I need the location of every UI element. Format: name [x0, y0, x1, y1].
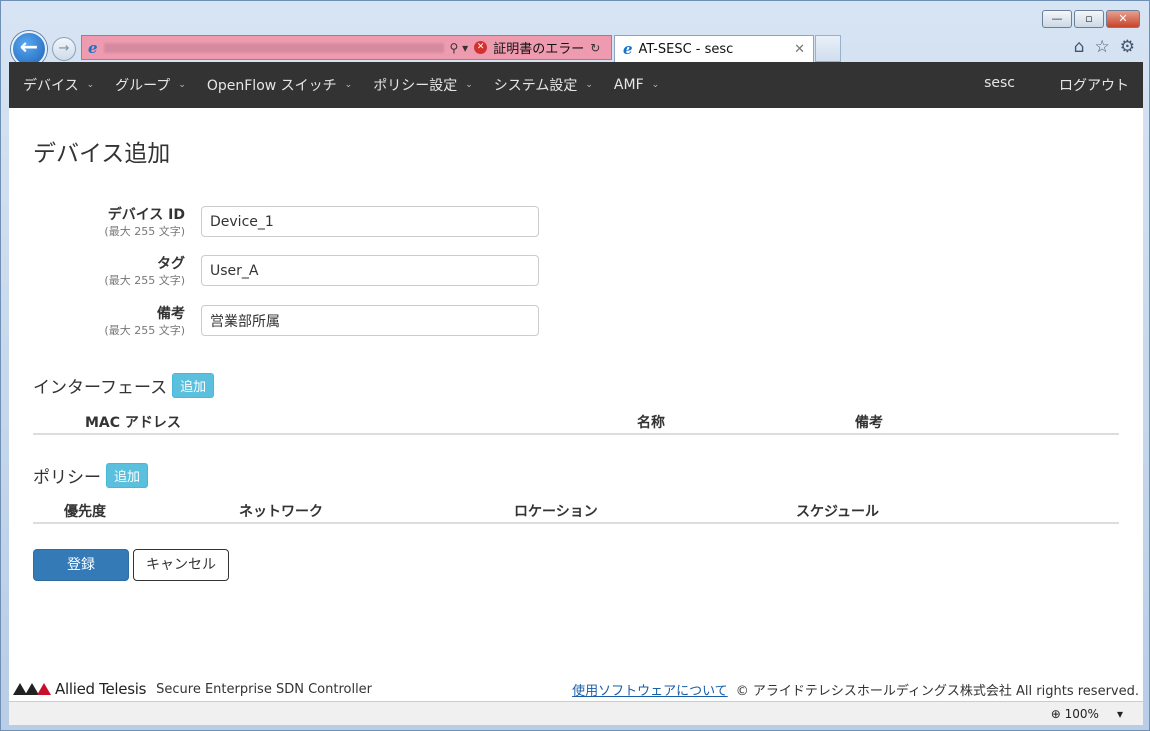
- nav-label: グループ: [115, 78, 171, 94]
- nav-amf[interactable]: AMF ⌄: [614, 77, 659, 93]
- tab-ie-icon: e: [623, 40, 633, 58]
- chevron-down-icon: ⌄: [344, 80, 353, 90]
- tag-hint: (最大 255 文字): [104, 274, 185, 287]
- new-tab-button[interactable]: [815, 35, 841, 62]
- column-priority: 優先度: [64, 504, 106, 520]
- page-title: デバイス追加: [33, 141, 171, 167]
- home-icon[interactable]: ⌂: [1074, 37, 1085, 57]
- add-interface-button[interactable]: 追加: [172, 373, 215, 398]
- device-id-input[interactable]: [201, 206, 539, 237]
- page-footer: Allied Telesis Secure Enterprise SDN Con…: [9, 677, 1143, 701]
- favorites-star-icon[interactable]: ☆: [1095, 37, 1110, 57]
- column-network: ネットワーク: [239, 504, 323, 520]
- tab-title: AT-SESC - sesc: [638, 41, 734, 57]
- zoom-control[interactable]: ⊕ 100%: [1051, 707, 1099, 721]
- policy-section-header: ポリシー 追加: [33, 463, 149, 488]
- policy-section-title: ポリシー: [33, 468, 101, 488]
- device-id-label: デバイス ID: [107, 207, 185, 223]
- interface-section-header: インターフェース 追加: [33, 373, 215, 398]
- column-name: 名称: [637, 415, 665, 431]
- browser-tools: ⌂ ☆ ⚙: [1074, 37, 1135, 57]
- zoom-level: 100%: [1064, 706, 1099, 721]
- ie-page-icon: e: [88, 38, 98, 57]
- chevron-down-icon: ⌄: [86, 80, 95, 90]
- address-bar[interactable]: e ⚲ ▾ ✕ 証明書のエラー ↻: [81, 35, 612, 60]
- close-window-button[interactable]: ✕: [1106, 10, 1140, 28]
- nav-groups[interactable]: グループ ⌄: [115, 75, 186, 95]
- note-label: 備考: [157, 306, 185, 322]
- product-name: Secure Enterprise SDN Controller: [156, 681, 373, 697]
- interface-section-title: インターフェース: [33, 378, 168, 398]
- chevron-down-icon: ⌄: [585, 80, 593, 90]
- allied-telesis-logo: Allied Telesis: [13, 680, 146, 698]
- refresh-icon[interactable]: ↻: [590, 41, 600, 55]
- window-controls: — ▫ ✕: [1042, 10, 1140, 28]
- logout-link[interactable]: ログアウト: [1059, 75, 1129, 95]
- tag-label-group: タグ (最大 255 文字): [104, 256, 185, 288]
- nav-label: OpenFlow スイッチ: [206, 78, 337, 94]
- note-row: 備考 (最大 255 文字): [9, 305, 549, 340]
- current-user[interactable]: sesc: [984, 75, 1015, 95]
- chevron-down-icon: ⌄: [178, 80, 186, 90]
- copyright-text: © アライドテレシスホールディングス株式会社 All rights reserv…: [735, 683, 1139, 699]
- blurred-url: [103, 42, 444, 53]
- certificate-error-icon: ✕: [474, 41, 488, 54]
- software-info-link[interactable]: 使用ソフトウェアについて: [572, 680, 728, 699]
- browser-status-bar: ⊕ 100% ▾: [9, 701, 1143, 725]
- minimize-button[interactable]: —: [1042, 10, 1072, 28]
- browser-window: — ▫ ✕ ← → e ⚲ ▾ ✕ 証明書のエラー ↻ e AT-SESC - …: [0, 0, 1150, 731]
- add-policy-button[interactable]: 追加: [106, 463, 149, 488]
- note-input[interactable]: [201, 305, 539, 336]
- nav-policy-settings[interactable]: ポリシー設定 ⌄: [373, 75, 473, 95]
- certificate-error-label[interactable]: 証明書のエラー: [493, 38, 584, 57]
- tag-label: タグ: [157, 256, 185, 272]
- device-id-label-group: デバイス ID (最大 255 文字): [104, 207, 185, 239]
- column-schedule: スケジュール: [796, 504, 880, 520]
- tag-row: タグ (最大 255 文字): [9, 255, 549, 290]
- chevron-down-icon: ⌄: [465, 80, 473, 90]
- tag-input[interactable]: [201, 255, 539, 286]
- column-note: 備考: [855, 415, 883, 431]
- forward-button[interactable]: →: [52, 37, 76, 61]
- nav-user-area: sesc ログアウト: [984, 75, 1143, 95]
- nav-label: デバイス: [23, 78, 79, 94]
- column-location: ロケーション: [514, 504, 598, 520]
- nav-devices[interactable]: デバイス ⌄: [23, 75, 94, 95]
- note-hint: (最大 255 文字): [104, 324, 185, 337]
- device-id-hint: (最大 255 文字): [104, 225, 185, 238]
- tab-close-icon[interactable]: ✕: [794, 42, 805, 57]
- footer-right: 使用ソフトウェアについて © アライドテレシスホールディングス株式会社 All …: [572, 680, 1143, 699]
- note-label-group: 備考 (最大 255 文字): [104, 306, 185, 338]
- maximize-button[interactable]: ▫: [1074, 10, 1104, 28]
- brand-name: Allied Telesis: [55, 680, 147, 698]
- cancel-button[interactable]: キャンセル: [133, 549, 229, 581]
- zoom-icon: ⊕: [1050, 706, 1065, 721]
- column-mac-address: MAC アドレス: [85, 415, 181, 431]
- search-icon[interactable]: ⚲ ▾: [450, 41, 469, 55]
- zoom-dropdown-icon[interactable]: ▾: [1117, 707, 1123, 721]
- page-viewport: デバイス ⌄ グループ ⌄ OpenFlow スイッチ ⌄ ポリシー設定 ⌄ システム設…: [9, 62, 1143, 701]
- nav-label: ポリシー設定: [373, 78, 458, 94]
- browser-tab[interactable]: e AT-SESC - sesc ✕: [614, 35, 814, 62]
- nav-label: システム設定: [493, 78, 578, 94]
- settings-gear-icon[interactable]: ⚙: [1120, 37, 1135, 57]
- chevron-down-icon: ⌄: [651, 80, 660, 90]
- device-id-row: デバイス ID (最大 255 文字): [9, 206, 549, 241]
- nav-system-settings[interactable]: システム設定 ⌄: [494, 75, 593, 95]
- top-navbar: デバイス ⌄ グループ ⌄ OpenFlow スイッチ ⌄ ポリシー設定 ⌄ システム設…: [9, 62, 1143, 108]
- interface-table-header: MAC アドレス 名称 備考: [33, 409, 1119, 435]
- register-button[interactable]: 登録: [33, 549, 129, 581]
- logo-mark-icon: [13, 683, 51, 695]
- nav-openflow-switch[interactable]: OpenFlow スイッチ ⌄: [207, 75, 352, 95]
- policy-table-header: 優先度 ネットワーク ロケーション スケジュール: [33, 498, 1119, 524]
- nav-label: AMF: [613, 77, 644, 93]
